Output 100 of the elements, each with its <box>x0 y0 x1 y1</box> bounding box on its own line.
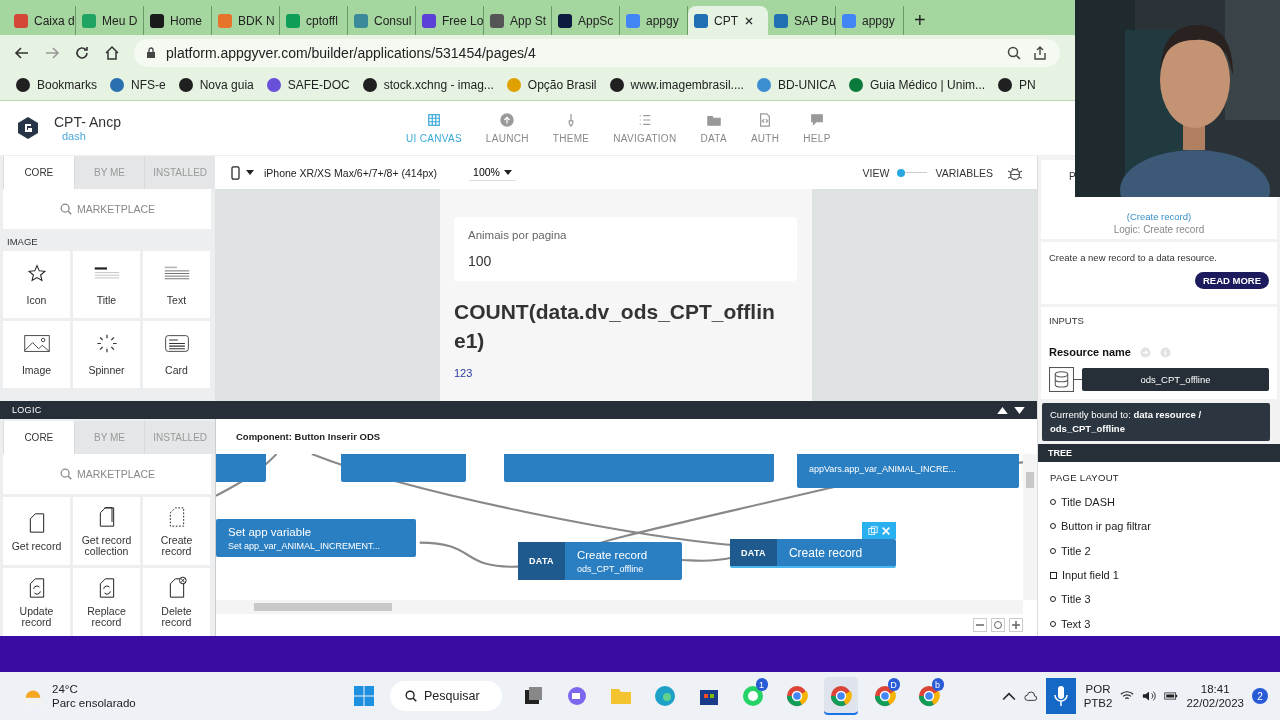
taskbar-app[interactable]: 1 <box>735 677 770 715</box>
nav-tab[interactable]: HELP <box>791 112 843 144</box>
bookmark[interactable]: PN <box>998 78 1036 92</box>
nav-tab[interactable]: LAUNCH <box>473 112 541 144</box>
browser-tab[interactable]: CPT <box>688 6 768 35</box>
caret-icon[interactable] <box>246 170 254 175</box>
bookmark[interactable]: SAFE-DOC <box>266 78 350 92</box>
flow-function-link[interactable]: (Create record) <box>1126 211 1192 222</box>
logic-node[interactable] <box>341 454 466 482</box>
component-tile[interactable]: Text <box>143 251 210 318</box>
bookmark[interactable]: BD-UNICA <box>756 78 836 92</box>
bookmark[interactable]: www.imagembrasil.... <box>609 78 744 92</box>
start-icon[interactable] <box>352 684 376 708</box>
database-icon[interactable] <box>1049 367 1074 392</box>
component-label: Component: Button Inserir ODS <box>235 430 382 444</box>
chevron-up-icon[interactable] <box>1001 690 1016 702</box>
home-icon[interactable] <box>104 44 120 61</box>
logic-tile[interactable]: Update record <box>3 568 70 636</box>
clock-date: 22/02/2023 <box>1186 697 1244 709</box>
vertical-scrollbar[interactable] <box>1023 454 1037 600</box>
page-heading: COUNT(data.dv_ods_CPT_offline1) <box>454 299 776 354</box>
expand-up-icon[interactable] <box>997 406 1008 414</box>
taskbar-app[interactable]: b <box>911 677 946 715</box>
tree-item[interactable]: Title 2 <box>1050 538 1268 563</box>
logic-node[interactable]: appVars.app_var_ANIMAL_INCRE... <box>797 454 1019 488</box>
caret-icon <box>503 169 512 175</box>
zoom-reset-icon[interactable] <box>991 618 1005 632</box>
logic-node[interactable] <box>504 454 774 482</box>
weather-text: Parc ensolarado <box>52 697 136 709</box>
palette-tab[interactable]: CORE <box>3 421 74 454</box>
binding-tooltip: Currently bound to: data resource / ods_CPT_offline <box>1042 403 1270 441</box>
horizontal-scrollbar[interactable] <box>216 600 1023 614</box>
nav-icon <box>809 112 824 127</box>
logic-tile[interactable]: Delete record <box>143 568 210 636</box>
zoom-icon[interactable] <box>1006 44 1022 61</box>
zoom-dropdown[interactable]: 100% <box>469 164 516 181</box>
marketplace-search[interactable]: MARKETPLACE <box>3 189 211 229</box>
logic-node[interactable]: DATA Create record ods_CPT_offline <box>518 542 682 580</box>
close-icon[interactable] <box>744 15 754 26</box>
logic-subtitle: Logic: Create record <box>1113 224 1205 235</box>
app-logo-icon <box>16 116 40 140</box>
taskbar-app[interactable]: D <box>867 677 902 715</box>
taskbar-search[interactable]: Pesquisar <box>390 681 502 711</box>
cloud-icon[interactable] <box>1023 690 1038 702</box>
logic-tile[interactable]: Get record <box>3 497 70 565</box>
notification-count[interactable]: 2 <box>1252 688 1268 704</box>
view-toggle[interactable] <box>897 167 928 178</box>
bookmark[interactable]: Guia Médico | Unim... <box>848 78 986 92</box>
input-language[interactable]: POR PTB2 <box>1083 683 1113 709</box>
logic-node[interactable]: DATA Create record <box>730 539 896 566</box>
tree-item[interactable]: Title 3 <box>1050 587 1268 612</box>
logic-tile[interactable]: Create record <box>143 497 210 565</box>
logic-tile[interactable]: Replace record <box>73 568 140 636</box>
bookmark[interactable]: NFS-e <box>110 78 166 92</box>
zoom-in-icon[interactable] <box>1009 618 1023 632</box>
bookmark[interactable]: stock.xchng - imag... <box>362 78 494 92</box>
read-more-button[interactable]: READ MORE <box>1194 272 1269 289</box>
tree-item[interactable]: Text 3 <box>1050 611 1268 636</box>
logic-tile[interactable]: Get record collection <box>73 497 140 565</box>
address-field[interactable]: platform.appgyver.com/builder/applications/531454/pages/4 <box>134 38 1060 67</box>
bookmark[interactable]: Opção Brasil <box>506 78 597 92</box>
collapse-down-icon[interactable] <box>1014 406 1025 414</box>
component-tile[interactable]: Card <box>143 321 210 388</box>
notification-badge: D <box>887 678 900 691</box>
component-tile[interactable]: Image <box>3 321 70 388</box>
tree-item[interactable]: Button ir pag filtrar <box>1050 514 1268 539</box>
palette-tab[interactable]: CORE <box>3 156 74 189</box>
volume-icon[interactable] <box>1142 690 1157 702</box>
search-icon <box>58 467 73 481</box>
zoom-out-icon[interactable] <box>973 618 987 632</box>
reload-icon[interactable] <box>74 44 90 61</box>
bookmark[interactable]: Nova guia <box>178 78 254 92</box>
forward-icon[interactable] <box>44 44 60 61</box>
component-tile[interactable]: Spinner <box>73 321 140 388</box>
marketplace-search[interactable]: MARKETPLACE <box>3 454 211 494</box>
nav-tab[interactable]: NAVIGATION <box>601 112 689 144</box>
nav-tab[interactable]: DATA <box>688 112 739 144</box>
battery-icon[interactable] <box>1164 690 1179 702</box>
wifi-icon[interactable] <box>1120 690 1135 702</box>
new-tab-button[interactable]: + <box>904 6 936 35</box>
nav-tab[interactable]: THEME <box>540 112 602 144</box>
component-tile[interactable]: Title <box>73 251 140 318</box>
bookmark[interactable]: Bookmarks <box>16 78 98 92</box>
device-selector[interactable]: iPhone XR/XS Max/6+/7+/8+ (414px) <box>264 166 438 179</box>
tree-item[interactable]: Title DASH <box>1050 490 1268 515</box>
node-toolbar[interactable] <box>862 522 896 539</box>
nav-icon <box>758 112 773 127</box>
back-icon[interactable] <box>14 44 30 61</box>
clock-time: 18:41 <box>1200 683 1230 695</box>
phone-icon[interactable] <box>231 165 240 180</box>
panel-tab[interactable]: P <box>1069 171 1076 182</box>
microphone-icon[interactable] <box>1045 678 1076 714</box>
share-icon[interactable] <box>1032 44 1048 61</box>
tree-item[interactable]: Input field 1 <box>1050 563 1268 588</box>
input-card[interactable]: Animais por pagina 100 <box>454 217 797 281</box>
nav-tab[interactable]: AUTH <box>738 112 792 144</box>
component-tile[interactable]: Icon <box>3 251 70 318</box>
resource-binding-field[interactable]: ods_CPT_offline <box>1082 368 1269 391</box>
copy-icon[interactable] <box>867 525 878 536</box>
logic-node[interactable]: Set app variable Set app_var_ANIMAL_INCREMENT... <box>216 519 416 557</box>
